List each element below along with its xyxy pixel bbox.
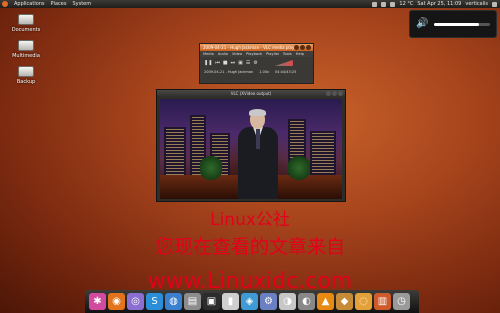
vlc-main-titlebar[interactable]: 2009-04-21 - Hugh Jackman - VLC media pl… bbox=[200, 44, 313, 51]
speaker-icon: 🔊 bbox=[416, 18, 429, 29]
menu-system[interactable]: System bbox=[72, 0, 91, 8]
drive-icon bbox=[18, 66, 34, 77]
drive-icon bbox=[18, 14, 34, 25]
desktop-icon-multimedia[interactable]: Multimedia bbox=[6, 40, 46, 59]
volume-level-fill bbox=[434, 23, 479, 26]
volume-osd: 🔊 bbox=[409, 10, 497, 38]
vlc-controls: ❚❚ ⏮ ■ ⏭ ▣ ☰ ⚙ bbox=[200, 57, 313, 69]
system-tray: 12 °C Sat Apr 25, 11:09 verticalis bbox=[372, 0, 500, 8]
hair bbox=[249, 109, 266, 116]
watermark-line1: Linux公社 bbox=[210, 210, 290, 230]
terminal-icon[interactable]: ▣ bbox=[203, 293, 220, 310]
tie bbox=[256, 129, 260, 149]
vlc-menubar: Media Audio Video Playback Playlist Tool… bbox=[200, 51, 313, 57]
volume-level-bar bbox=[434, 23, 490, 26]
plant bbox=[200, 155, 222, 181]
archive-icon[interactable]: ▤ bbox=[184, 293, 201, 310]
stop-icon[interactable]: ■ bbox=[223, 60, 228, 66]
app-icon[interactable]: ◈ bbox=[241, 293, 258, 310]
menu-places[interactable]: Places bbox=[51, 0, 67, 8]
minimize-button[interactable] bbox=[326, 91, 331, 96]
clock-icon[interactable]: ◷ bbox=[393, 293, 410, 310]
gimp-icon[interactable]: ◆ bbox=[336, 293, 353, 310]
skype-icon[interactable]: S bbox=[146, 293, 163, 310]
system-icon[interactable]: ✱ bbox=[89, 293, 106, 310]
plant bbox=[288, 155, 310, 181]
menu-playback[interactable]: Playback bbox=[246, 51, 262, 57]
vlc-video-title: VLC (XVideo output) bbox=[230, 91, 272, 96]
fullscreen-icon[interactable]: ▣ bbox=[238, 60, 243, 66]
weather-temp[interactable]: 12 °C bbox=[399, 0, 413, 8]
desktop-icon-backup[interactable]: Backup bbox=[6, 66, 46, 85]
browser-icon[interactable]: ◍ bbox=[165, 293, 182, 310]
host-figure bbox=[238, 109, 278, 199]
user-name[interactable]: verticalis bbox=[465, 0, 488, 8]
skyline-building bbox=[164, 127, 186, 177]
settings-icon[interactable]: ⚙ bbox=[260, 293, 277, 310]
vlc-main-title: 2009-04-21 - Hugh Jackman - VLC media pl… bbox=[203, 45, 299, 50]
playlist-icon[interactable]: ☰ bbox=[246, 60, 250, 66]
menu-applications[interactable]: Applications bbox=[14, 0, 45, 8]
menu-video[interactable]: Video bbox=[232, 51, 242, 57]
cd-icon[interactable]: ◐ bbox=[298, 293, 315, 310]
disc-icon[interactable]: ◑ bbox=[279, 293, 296, 310]
desktop-icon-label: Multimedia bbox=[12, 53, 40, 59]
minimize-button[interactable] bbox=[294, 45, 299, 50]
vlc-icon[interactable]: ▲ bbox=[317, 293, 334, 310]
firefox-icon[interactable]: ◉ bbox=[108, 293, 125, 310]
shell-icon[interactable]: ◌ bbox=[355, 293, 372, 310]
maximize-button[interactable] bbox=[332, 91, 337, 96]
vlc-video-window: VLC (XVideo output) bbox=[156, 89, 346, 202]
ubuntu-logo-icon[interactable] bbox=[2, 1, 8, 7]
top-panel: Applications Places System 12 °C Sat Apr… bbox=[0, 0, 500, 8]
volume-icon[interactable] bbox=[390, 1, 396, 7]
close-button[interactable] bbox=[338, 91, 343, 96]
panel-menus: Applications Places System bbox=[0, 0, 97, 8]
skyline-building bbox=[310, 131, 336, 177]
desktop-icon-label: Backup bbox=[16, 79, 36, 85]
dock: ✱ ◉ ◎ S ◍ ▤ ▣ ▮ ◈ ⚙ ◑ ◐ ▲ ◆ ◌ ▥ ◷ bbox=[85, 290, 419, 313]
status-speed: 1.00x bbox=[259, 70, 270, 74]
menu-media[interactable]: Media bbox=[203, 51, 214, 57]
volume-slider[interactable] bbox=[274, 60, 293, 66]
pidgin-icon[interactable]: ◎ bbox=[127, 293, 144, 310]
vlc-status-bar: 2009-04-21 - Hugh Jackman 1.00x 04:44/43… bbox=[200, 69, 313, 75]
updates-icon[interactable] bbox=[381, 1, 387, 7]
network-icon[interactable] bbox=[372, 1, 378, 7]
menu-tools[interactable]: Tools bbox=[283, 51, 292, 57]
watermark-line2: 您现在查看的文章来自 bbox=[154, 236, 345, 258]
previous-icon[interactable]: ⏮ bbox=[215, 60, 220, 66]
extended-icon[interactable]: ⚙ bbox=[253, 60, 257, 66]
trash-icon[interactable]: ▥ bbox=[374, 293, 391, 310]
vlc-video-titlebar[interactable]: VLC (XVideo output) bbox=[157, 90, 345, 97]
pause-icon[interactable]: ❚❚ bbox=[204, 60, 212, 66]
power-icon[interactable] bbox=[492, 1, 497, 7]
close-button[interactable] bbox=[306, 45, 311, 50]
menu-playlist[interactable]: Playlist bbox=[266, 51, 279, 57]
desktop-icon-label: Documents bbox=[11, 27, 41, 33]
clock[interactable]: Sat Apr 25, 11:09 bbox=[417, 0, 461, 8]
status-time: 04:44/43:25 bbox=[275, 70, 297, 74]
drive-icon bbox=[18, 40, 34, 51]
menu-help[interactable]: Help bbox=[296, 51, 304, 57]
status-title: 2009-04-21 - Hugh Jackman bbox=[204, 70, 254, 74]
vlc-main-window: 2009-04-21 - Hugh Jackman - VLC media pl… bbox=[199, 43, 314, 84]
maximize-button[interactable] bbox=[300, 45, 305, 50]
desktop-icon-documents[interactable]: Documents bbox=[6, 14, 46, 33]
next-icon[interactable]: ⏭ bbox=[231, 60, 236, 66]
phone-icon[interactable]: ▮ bbox=[222, 293, 239, 310]
menu-audio[interactable]: Audio bbox=[218, 51, 228, 57]
video-frame[interactable] bbox=[160, 99, 342, 199]
